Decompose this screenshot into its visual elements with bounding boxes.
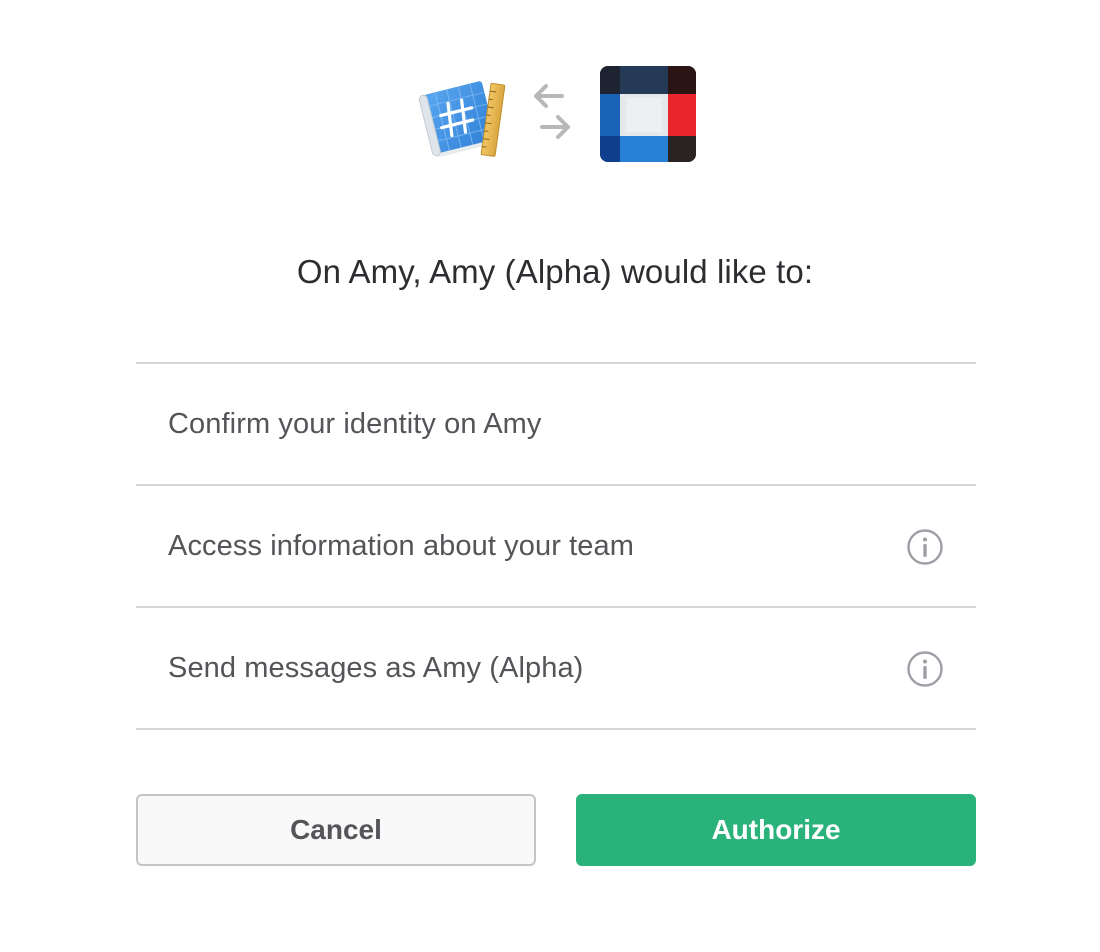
app-icons-header [0,62,1100,166]
permission-label: Confirm your identity on Amy [168,407,542,440]
permission-item-send-messages: Send messages as Amy (Alpha) [136,608,976,730]
permission-item-identity: Confirm your identity on Amy [136,364,976,486]
authorize-button[interactable]: Authorize [576,794,976,866]
permission-item-team-info: Access information about your team [136,486,976,608]
info-icon[interactable] [906,528,944,566]
permission-list: Confirm your identity on Amy Access info… [136,362,976,730]
swap-arrows-icon [534,84,570,139]
permission-label: Access information about your team [168,529,635,562]
team-grid-icon [600,66,696,162]
cancel-button[interactable]: Cancel [136,794,536,866]
info-icon[interactable] [906,650,944,688]
blueprint-hash-icon [418,81,506,158]
permission-label: Send messages as Amy (Alpha) [168,651,584,684]
page-title: On Amy, Amy (Alpha) would like to: [296,253,814,290]
